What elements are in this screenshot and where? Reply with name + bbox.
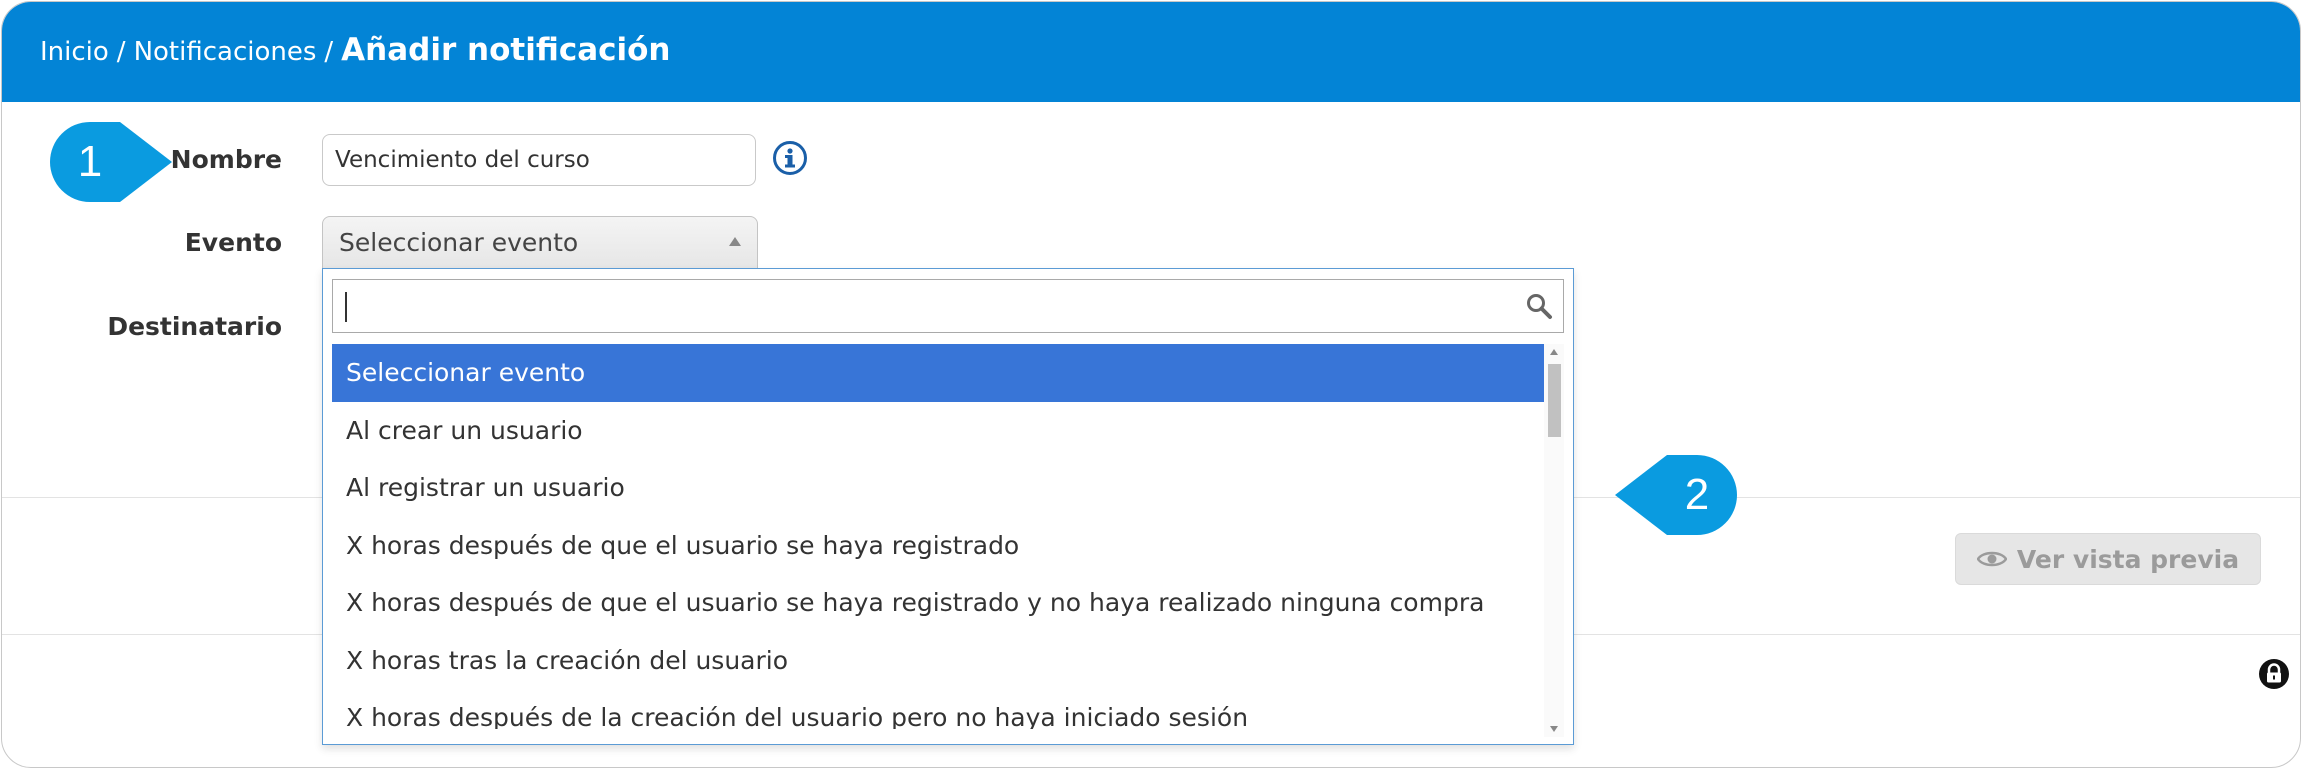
event-select[interactable]: Seleccionar evento	[322, 216, 758, 270]
scrollbar-thumb[interactable]	[1548, 364, 1561, 437]
breadcrumb-separator: /	[116, 37, 126, 67]
event-select-value: Seleccionar evento	[339, 228, 579, 257]
info-icon[interactable]	[772, 140, 808, 176]
dropdown-option[interactable]: Al registrar un usuario	[332, 459, 1544, 517]
page-header: Inicio / Notificaciones / Añadir notific…	[2, 2, 2300, 102]
recipient-label: Destinatario	[107, 312, 282, 341]
event-dropdown: Seleccionar evento Al crear un usuario A…	[322, 268, 1574, 745]
dropdown-option[interactable]: Seleccionar evento	[332, 344, 1544, 402]
callout-number-1: 1	[77, 137, 103, 186]
eye-icon	[1976, 551, 2007, 567]
scroll-down-icon[interactable]	[1550, 726, 1558, 732]
dropdown-options-list: Seleccionar evento Al crear un usuario A…	[332, 344, 1544, 729]
scroll-up-icon[interactable]	[1550, 349, 1558, 355]
text-cursor	[345, 292, 347, 322]
callout-marker-2: 2	[1612, 455, 1737, 535]
lock-icon[interactable]	[2258, 658, 2290, 690]
page-frame: Inicio / Notificaciones / Añadir notific…	[1, 1, 2301, 768]
callout-marker-1: 1	[50, 122, 172, 202]
event-label: Evento	[184, 228, 282, 257]
search-icon	[1527, 294, 1552, 319]
preview-button-label: Ver vista previa	[2016, 544, 2240, 574]
dropdown-option[interactable]: X horas después de que el usuario se hay…	[332, 574, 1544, 632]
breadcrumb-separator: /	[324, 37, 334, 67]
breadcrumb: Inicio / Notificaciones / Añadir notific…	[40, 32, 671, 68]
callout-number-2: 2	[1684, 470, 1710, 519]
dropdown-option[interactable]: X horas tras la creación del usuario	[332, 632, 1544, 690]
page-title: Añadir notificación	[341, 32, 671, 68]
dropdown-option[interactable]: X horas después de que el usuario se hay…	[332, 517, 1544, 575]
chevron-up-icon	[729, 237, 741, 246]
breadcrumb-home[interactable]: Inicio	[40, 37, 109, 67]
dropdown-option[interactable]: X horas después de la creación del usuar…	[332, 689, 1544, 729]
dropdown-scrollbar[interactable]	[1544, 344, 1564, 737]
name-input[interactable]: Vencimiento del curso	[322, 134, 756, 186]
name-label: Nombre	[170, 145, 282, 174]
preview-button[interactable]: Ver vista previa	[1955, 533, 2261, 585]
dropdown-option[interactable]: Al crear un usuario	[332, 402, 1544, 460]
breadcrumb-notifications[interactable]: Notificaciones	[134, 37, 317, 67]
dropdown-search-input[interactable]	[332, 279, 1564, 333]
